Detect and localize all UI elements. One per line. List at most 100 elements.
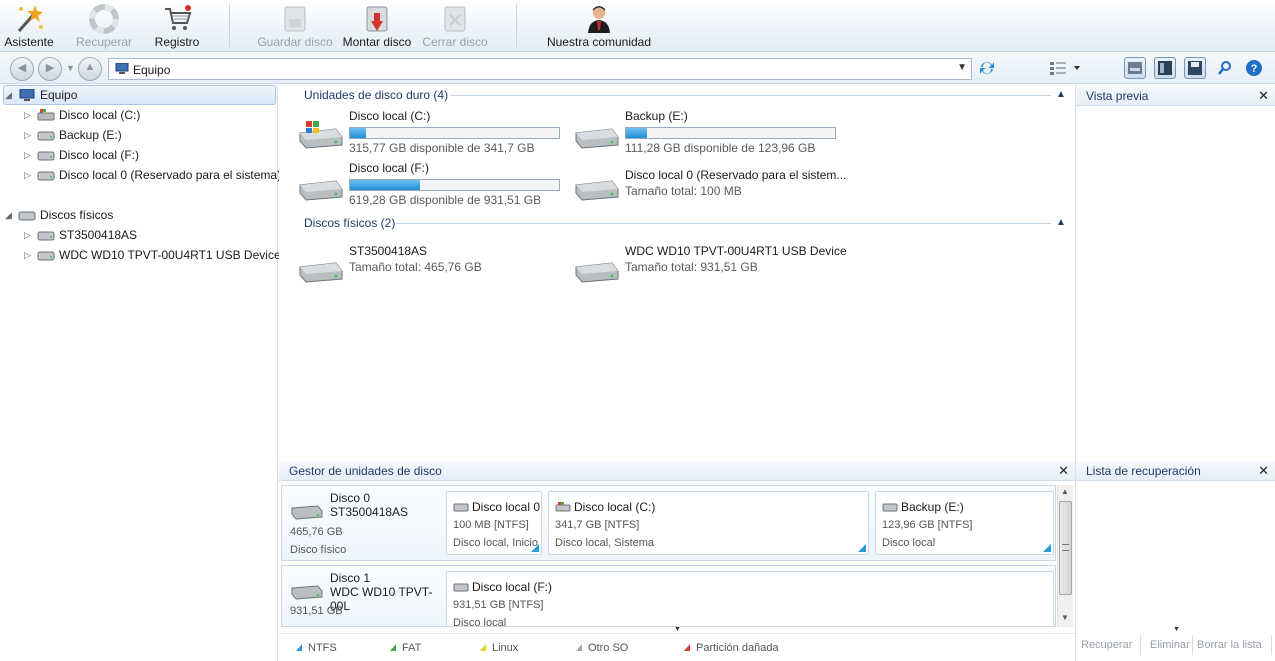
hard-drive-icon (575, 128, 619, 149)
recover-button[interactable]: Recuperar (1081, 639, 1132, 651)
registro-button[interactable]: Registro (148, 0, 206, 52)
system-drive-icon (299, 121, 343, 149)
hard-drive-icon (453, 583, 469, 592)
hard-drive-icon (299, 180, 343, 201)
help-button[interactable]: ? (1243, 57, 1265, 79)
drive-tile-reserved[interactable]: Disco local 0 (Reservado para el sistem.… (572, 161, 846, 209)
tree-label: Backup (E:) (59, 128, 122, 142)
partition-reserved[interactable]: Disco local 0 ( 100 MB [NTFS] Disco loca… (446, 491, 542, 555)
address-dropdown-icon[interactable]: ▼ (957, 62, 967, 73)
preview-panel-button[interactable] (1154, 57, 1176, 79)
usage-bar-fill (350, 180, 420, 190)
partition-f[interactable]: Disco local (F:) 931,51 GB [NTFS] Disco … (446, 571, 1054, 627)
collapsed-arrow-icon[interactable]: ▷ (24, 145, 34, 165)
cerrar-disco-button[interactable]: Cerrar disco (419, 0, 491, 52)
tree-item-physical-disks[interactable]: ◢ Discos físicos (0, 205, 278, 225)
clear-list-button[interactable]: Borrar la lista (1197, 639, 1262, 651)
partition-size: 341,7 GB [NTFS] (555, 519, 640, 531)
tree-item-drive-e[interactable]: ▷ Backup (E:) (0, 125, 278, 145)
toolbar-separator (229, 4, 230, 48)
recuperar-label: Recuperar (75, 35, 133, 49)
hard-drive-icon (453, 503, 469, 512)
scroll-down-icon[interactable]: ▼ (1061, 613, 1069, 622)
expanded-arrow-icon[interactable]: ◢ (5, 205, 15, 225)
legend-item-ntfs: NTFS (296, 642, 337, 654)
registro-label: Registro (154, 35, 200, 49)
legend-label: Linux (492, 642, 519, 654)
scrollbar-thumb[interactable] (1059, 501, 1072, 595)
disk-name: ST3500418AS (349, 244, 428, 258)
drive-tile-e[interactable]: Backup (E:) 111,28 GB disponible de 123,… (572, 109, 842, 157)
collapsed-arrow-icon[interactable]: ▷ (24, 105, 34, 125)
drive-tile-c[interactable]: Disco local (C:) 315,77 GB disponible de… (296, 109, 566, 157)
tree-item-drive-c[interactable]: ▷ Disco local (C:) (0, 105, 278, 125)
disk-size: 465,76 GB (290, 526, 343, 538)
legend-label: Partición dañada (696, 642, 779, 654)
search-button[interactable] (1214, 57, 1236, 79)
guardar-disco-button[interactable]: Guardar disco (255, 0, 335, 52)
splitter-grip-icon[interactable]: ▼ (674, 626, 681, 633)
collapse-caret-icon[interactable]: ▲ (1056, 89, 1066, 100)
address-field[interactable]: Equipo ▼ (108, 58, 972, 80)
close-icon[interactable]: ✕ (1258, 461, 1269, 481)
partition-desc: Disco local (882, 537, 936, 549)
up-button[interactable]: ▲ (78, 57, 102, 81)
floppy-icon (1188, 61, 1202, 75)
disk-row-1[interactable]: Disco 1 WDC WD10 TPVT-00L 931,51 GB Disc… (281, 565, 1056, 627)
partition-e[interactable]: Backup (E:) 123,96 GB [NTFS] Disco local (875, 491, 1054, 555)
disk-manager-scrollbar[interactable]: ▲ ▼ (1057, 485, 1073, 627)
collapsed-arrow-icon[interactable]: ▷ (24, 165, 34, 185)
partition-name: Disco local 0 ( (472, 500, 542, 514)
disk-info: Disco 0 ST3500418AS 465,76 GB Disco físi… (282, 486, 442, 560)
tree-item-drive-reserved[interactable]: ▷ Disco local 0 (Reservado para el siste… (0, 165, 281, 185)
close-icon[interactable]: ✕ (1258, 86, 1269, 106)
button-separator (1192, 635, 1193, 655)
lifebuoy-icon (89, 4, 119, 34)
physical-disk-tile-0[interactable]: ST3500418AS Tamaño total: 465,76 GB (296, 243, 566, 291)
collapsed-arrow-icon[interactable]: ▷ (24, 245, 34, 265)
scroll-up-icon[interactable]: ▲ (1061, 487, 1069, 496)
physical-disk-tile-1[interactable]: WDC WD10 TPVT-00U4RT1 USB Device Tamaño … (572, 243, 872, 291)
drive-view-button[interactable] (1124, 57, 1146, 79)
disk-row-0[interactable]: Disco 0 ST3500418AS 465,76 GB Disco físi… (281, 485, 1056, 561)
nuestra-comunidad-button[interactable]: Nuestra comunidad (541, 0, 657, 52)
back-button[interactable]: ◀ (10, 57, 34, 81)
usage-bar (625, 127, 836, 139)
view-mode-button[interactable] (1048, 57, 1082, 79)
recuperar-button[interactable]: Recuperar (72, 0, 136, 52)
splitter-grip-icon[interactable]: ▼ (1173, 626, 1180, 633)
legend-item-otro-so: Otro SO (576, 642, 628, 654)
history-dropdown-icon[interactable]: ▼ (66, 63, 75, 73)
collapsed-arrow-icon[interactable]: ▷ (24, 125, 34, 145)
drive-free-space: 619,28 GB disponible de 931,51 GB (349, 193, 542, 207)
delete-button[interactable]: Eliminar (1150, 639, 1190, 651)
tree-item-physical-disk-1[interactable]: ▷ WDC WD10 TPVT-00U4RT1 USB Device (0, 245, 281, 265)
montar-disco-button[interactable]: Montar disco (338, 0, 416, 52)
section-divider (396, 223, 1051, 224)
collapsed-arrow-icon[interactable]: ▷ (24, 225, 34, 245)
close-disk-icon (444, 6, 466, 32)
tree-label: Disco local (F:) (59, 148, 140, 162)
montar-disco-label: Montar disco (342, 35, 412, 49)
tree-item-equipo[interactable]: ◢ Equipo (0, 85, 278, 105)
help-icon: ? (1246, 60, 1262, 76)
collapse-caret-icon[interactable]: ▲ (1056, 217, 1066, 228)
partition-name: Backup (E:) (901, 500, 964, 514)
tree-item-physical-disk-0[interactable]: ▷ ST3500418AS (0, 225, 278, 245)
tree-item-drive-f[interactable]: ▷ Disco local (F:) (0, 145, 278, 165)
hard-drive-icon (37, 171, 55, 181)
asistente-button[interactable]: Asistente (0, 0, 58, 52)
save-list-button[interactable] (1184, 57, 1206, 79)
expanded-arrow-icon[interactable]: ◢ (5, 85, 15, 105)
partition-desc: Disco local (453, 617, 507, 627)
tree-label: WDC WD10 TPVT-00U4RT1 USB Device (59, 248, 281, 262)
tree-label: ST3500418AS (59, 228, 138, 242)
drive-tile-f[interactable]: Disco local (F:) 619,28 GB disponible de… (296, 161, 566, 209)
legend-label: Otro SO (588, 642, 629, 654)
refresh-icon[interactable] (976, 57, 998, 79)
partition-c[interactable]: Disco local (C:) 341,7 GB [NTFS] Disco l… (548, 491, 869, 555)
forward-button[interactable]: ▶ (38, 57, 62, 81)
drive-panel-icon (1128, 62, 1142, 74)
close-icon[interactable]: ✕ (1058, 461, 1069, 481)
physical-section-title: Discos físicos (2) (304, 216, 396, 230)
